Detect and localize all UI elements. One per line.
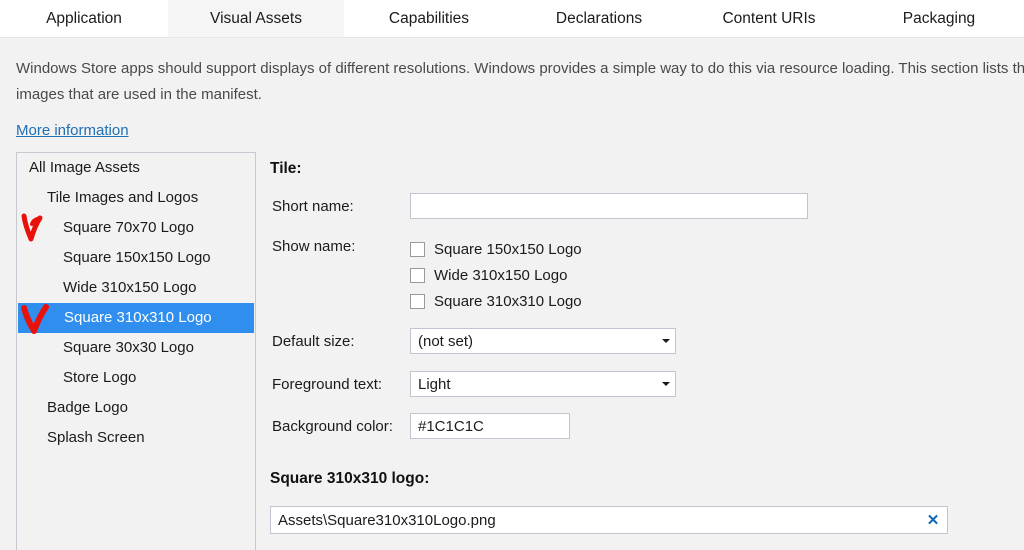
tree-item-square-30x30-logo[interactable]: Square 30x30 Logo xyxy=(17,333,255,363)
tab-label: Capabilities xyxy=(389,10,469,28)
show-name-option-square-310x310[interactable]: Square 310x310 Logo xyxy=(410,290,582,312)
tab-visual-assets[interactable]: Visual Assets xyxy=(168,0,344,38)
foreground-text-label: Foreground text: xyxy=(272,376,382,393)
checkbox-icon[interactable] xyxy=(410,242,425,257)
asset-section-heading: Square 310x310 logo: xyxy=(270,470,429,488)
page-description: Windows Store apps should support displa… xyxy=(16,56,1024,108)
background-color-input[interactable] xyxy=(410,413,570,439)
asset-path-value: Assets\Square310x310Logo.png xyxy=(271,512,919,529)
tab-label: Application xyxy=(46,10,122,28)
tree-item-badge-logo[interactable]: Badge Logo xyxy=(17,393,255,423)
tree-item-tile-images-and-logos[interactable]: Tile Images and Logos xyxy=(17,183,255,213)
tree-item-wide-310x150-logo[interactable]: Wide 310x150 Logo xyxy=(17,273,255,303)
tree-item-label: Wide 310x150 Logo xyxy=(63,279,196,296)
tile-section-heading: Tile: xyxy=(270,160,302,178)
tree-item-label: Square 310x310 Logo xyxy=(64,309,212,326)
clear-icon[interactable]: ✕ xyxy=(919,511,947,529)
more-information-link[interactable]: More information xyxy=(16,122,129,139)
foreground-text-dropdown[interactable]: Light xyxy=(410,371,676,397)
tree-item-label: Badge Logo xyxy=(47,399,128,416)
tab-capabilities[interactable]: Capabilities xyxy=(344,0,514,38)
tree-item-label: All Image Assets xyxy=(29,159,140,176)
dropdown-value: Light xyxy=(411,376,657,393)
tree-item-all-image-assets[interactable]: All Image Assets xyxy=(17,153,255,183)
tree-item-label: Square 150x150 Logo xyxy=(63,249,211,266)
tab-content-uris[interactable]: Content URIs xyxy=(684,0,854,38)
tab-application[interactable]: Application xyxy=(0,0,168,38)
show-name-option-square-150x150[interactable]: Square 150x150 Logo xyxy=(410,238,582,260)
dropdown-value: (not set) xyxy=(411,333,657,350)
tree-item-square-70x70-logo[interactable]: Square 70x70 Logo xyxy=(17,213,255,243)
show-name-label: Show name: xyxy=(272,238,355,255)
tree-item-label: Store Logo xyxy=(63,369,136,386)
show-name-option-wide-310x150[interactable]: Wide 310x150 Logo xyxy=(410,264,567,286)
checkbox-icon[interactable] xyxy=(410,268,425,283)
tree-item-label: Tile Images and Logos xyxy=(47,189,198,206)
default-size-label: Default size: xyxy=(272,333,355,350)
checkbox-label: Wide 310x150 Logo xyxy=(434,267,567,284)
background-color-label: Background color: xyxy=(272,418,393,435)
tile-settings-form: Tile: Short name: Show name: Square 150x… xyxy=(270,152,1024,550)
checkbox-label: Square 310x310 Logo xyxy=(434,293,582,310)
tab-strip-divider xyxy=(0,37,1024,38)
short-name-input[interactable] xyxy=(410,193,808,219)
asset-path-field[interactable]: Assets\Square310x310Logo.png ✕ xyxy=(270,506,948,534)
short-name-label: Short name: xyxy=(272,198,354,215)
tree-item-store-logo[interactable]: Store Logo xyxy=(17,363,255,393)
tree-item-square-310x310-logo[interactable]: Square 310x310 Logo xyxy=(18,303,254,333)
tree-item-splash-screen[interactable]: Splash Screen xyxy=(17,423,255,453)
tree-item-square-150x150-logo[interactable]: Square 150x150 Logo xyxy=(17,243,255,273)
chevron-down-icon[interactable] xyxy=(657,382,675,386)
tree-item-label: Splash Screen xyxy=(47,429,145,446)
tree-item-label: Square 70x70 Logo xyxy=(63,219,194,236)
tab-declarations[interactable]: Declarations xyxy=(514,0,684,38)
tab-label: Visual Assets xyxy=(210,10,302,28)
checkbox-icon[interactable] xyxy=(410,294,425,309)
tab-packaging[interactable]: Packaging xyxy=(854,0,1024,38)
chevron-down-icon[interactable] xyxy=(657,339,675,343)
visual-assets-page: Application Visual Assets Capabilities D… xyxy=(0,0,1024,550)
image-assets-tree[interactable]: All Image Assets Tile Images and Logos S… xyxy=(16,152,256,550)
tab-label: Content URIs xyxy=(722,10,815,28)
tree-item-label: Square 30x30 Logo xyxy=(63,339,194,356)
tab-label: Packaging xyxy=(903,10,975,28)
default-size-dropdown[interactable]: (not set) xyxy=(410,328,676,354)
checkbox-label: Square 150x150 Logo xyxy=(434,241,582,258)
manifest-tab-strip: Application Visual Assets Capabilities D… xyxy=(0,0,1024,38)
tab-label: Declarations xyxy=(556,10,642,28)
